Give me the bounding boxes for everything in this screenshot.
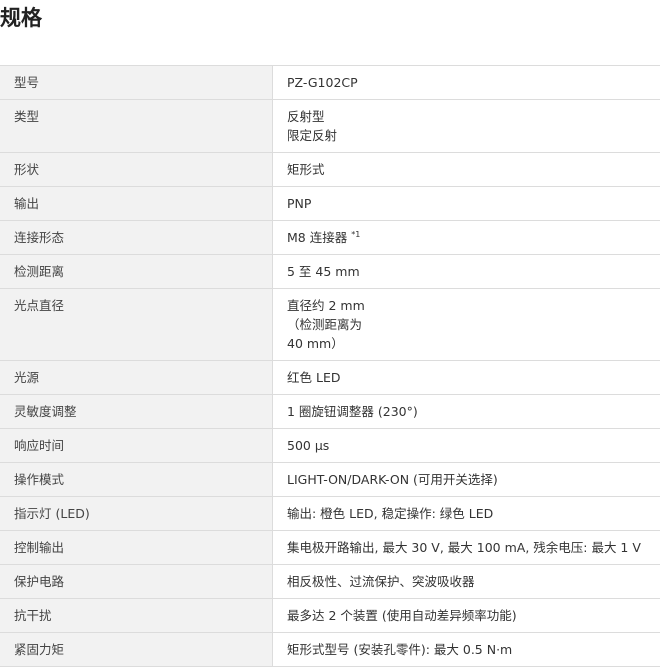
spec-value: PZ-G102CP — [273, 66, 660, 100]
spec-row-type: 类型 反射型限定反射 — [0, 100, 660, 153]
spec-value: M8 连接器 *1 — [273, 221, 660, 255]
spec-label: 检测距离 — [0, 255, 273, 289]
spec-value: 相反极性、过流保护、突波吸收器 — [273, 565, 660, 599]
spec-row-distance: 检测距离 5 至 45 mm — [0, 255, 660, 289]
spec-row-torque: 紧固力矩 矩形式型号 (安装孔零件): 最大 0.5 N·m — [0, 633, 660, 667]
spec-table: 型号 PZ-G102CP 类型 反射型限定反射 形状 矩形式 输出 PNP 连接… — [0, 65, 660, 667]
spec-row-connection: 连接形态 M8 连接器 *1 — [0, 221, 660, 255]
spec-value: 直径约 2 mm（检测距离为40 mm） — [273, 289, 660, 361]
spec-label: 操作模式 — [0, 463, 273, 497]
spec-value: 500 μs — [273, 429, 660, 463]
page-title: 规格 — [0, 4, 42, 32]
spec-value: 反射型限定反射 — [273, 100, 660, 153]
spec-value: 输出: 橙色 LED, 稳定操作: 绿色 LED — [273, 497, 660, 531]
spec-label: 响应时间 — [0, 429, 273, 463]
spec-label: 光源 — [0, 361, 273, 395]
spec-value: 5 至 45 mm — [273, 255, 660, 289]
spec-value: LIGHT-ON/DARK-ON (可用开关选择) — [273, 463, 660, 497]
spec-label: 类型 — [0, 100, 273, 153]
spec-row-model: 型号 PZ-G102CP — [0, 66, 660, 100]
spec-row-operation-mode: 操作模式 LIGHT-ON/DARK-ON (可用开关选择) — [0, 463, 660, 497]
spec-label: 紧固力矩 — [0, 633, 273, 667]
spec-value: 矩形式 — [273, 153, 660, 187]
spec-value: 矩形式型号 (安装孔零件): 最大 0.5 N·m — [273, 633, 660, 667]
spec-value: 最多达 2 个装置 (使用自动差异频率功能) — [273, 599, 660, 633]
spec-row-interference: 抗干扰 最多达 2 个装置 (使用自动差异频率功能) — [0, 599, 660, 633]
spec-row-spot-diameter: 光点直径 直径约 2 mm（检测距离为40 mm） — [0, 289, 660, 361]
spec-label: 保护电路 — [0, 565, 273, 599]
spec-value: 集电极开路输出, 最大 30 V, 最大 100 mA, 残余电压: 最大 1 … — [273, 531, 660, 565]
spec-row-control-output: 控制输出 集电极开路输出, 最大 30 V, 最大 100 mA, 残余电压: … — [0, 531, 660, 565]
spec-label: 连接形态 — [0, 221, 273, 255]
spec-label: 输出 — [0, 187, 273, 221]
spec-label: 抗干扰 — [0, 599, 273, 633]
spec-row-response-time: 响应时间 500 μs — [0, 429, 660, 463]
spec-label: 光点直径 — [0, 289, 273, 361]
spec-row-shape: 形状 矩形式 — [0, 153, 660, 187]
spec-row-sensitivity: 灵敏度调整 1 圈旋钮调整器 (230°) — [0, 395, 660, 429]
spec-label: 形状 — [0, 153, 273, 187]
spec-row-light-source: 光源 红色 LED — [0, 361, 660, 395]
spec-value: PNP — [273, 187, 660, 221]
spec-row-protection: 保护电路 相反极性、过流保护、突波吸收器 — [0, 565, 660, 599]
spec-value: 红色 LED — [273, 361, 660, 395]
spec-label: 灵敏度调整 — [0, 395, 273, 429]
spec-label: 控制输出 — [0, 531, 273, 565]
spec-value: 1 圈旋钮调整器 (230°) — [273, 395, 660, 429]
spec-label: 型号 — [0, 66, 273, 100]
spec-row-output: 输出 PNP — [0, 187, 660, 221]
spec-row-indicator: 指示灯 (LED) 输出: 橙色 LED, 稳定操作: 绿色 LED — [0, 497, 660, 531]
spec-label: 指示灯 (LED) — [0, 497, 273, 531]
footnote-marker: *1 — [351, 230, 360, 239]
